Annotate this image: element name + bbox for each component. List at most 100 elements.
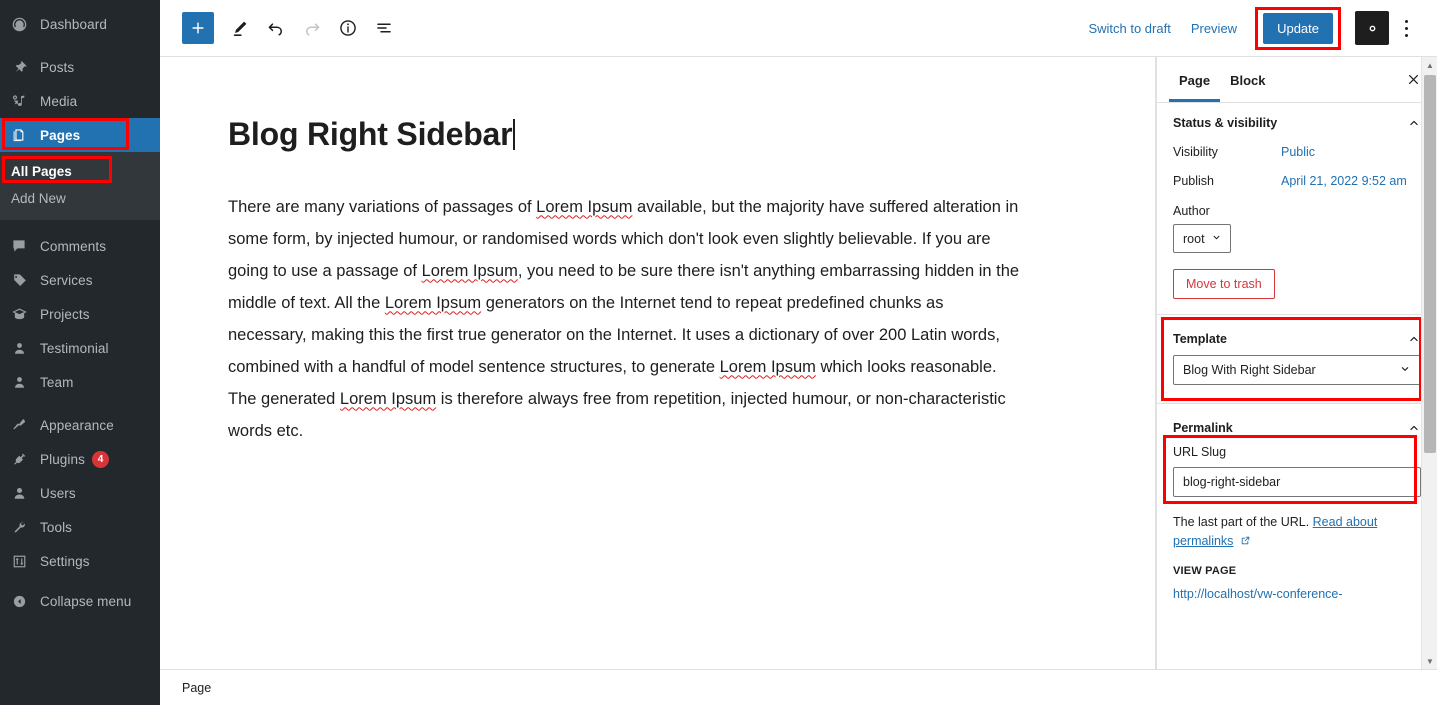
chevron-up-icon [1407,421,1421,435]
sidebar-item-label: Services [40,272,93,288]
sidebar-item-dashboard[interactable]: Dashboard [0,7,160,41]
page-title-text: Blog Right Sidebar [228,116,513,152]
sidebar-item-label: Projects [40,306,90,322]
spellcheck-word: Lorem Ipsum [536,198,633,217]
wrench-icon [9,517,29,537]
page-title[interactable]: Blog Right Sidebar [228,115,515,153]
spellcheck-word: Lorem Ipsum [719,358,816,377]
settings-panel-scrollbar[interactable]: ▲ ▼ [1421,57,1437,669]
info-icon[interactable] [330,10,366,46]
url-slug-label: URL Slug [1173,445,1227,459]
template-select[interactable]: Blog With Right Sidebar [1173,355,1421,385]
plug-icon [9,449,29,469]
chevron-down-icon [1211,232,1222,246]
kebab-menu-icon[interactable] [1391,11,1421,45]
sidebar-item-media[interactable]: Media [0,84,160,118]
sidebar-item-label: Media [40,93,78,109]
author-label: Author [1173,204,1210,218]
breadcrumb[interactable]: Page [182,681,211,695]
redo-icon[interactable] [294,10,330,46]
spellcheck-word: Lorem Ipsum [384,294,482,313]
sidebar-item-testimonial[interactable]: Testimonial [0,331,160,365]
chevron-up-icon [1407,332,1421,346]
chevron-down-icon [1399,363,1411,378]
undo-icon[interactable] [258,10,294,46]
template-value: Blog With Right Sidebar [1183,363,1316,377]
scrollbar-thumb[interactable] [1424,75,1436,453]
tab-page[interactable]: Page [1169,59,1221,102]
sidebar-submenu-pages: All Pages Add New [0,152,160,220]
switch-to-draft-button[interactable]: Switch to draft [1078,15,1180,42]
admin-sidebar: Dashboard Posts Media Pages All Pages Ad… [0,0,168,705]
sidebar-item-label: Posts [40,59,75,75]
editor-toolbar: Switch to draft Preview Update [160,0,1437,57]
publish-label: Publish [1173,174,1214,188]
sidebar-item-add-new[interactable]: Add New [0,185,160,212]
sidebar-item-plugins[interactable]: Plugins 4 [0,442,160,476]
sidebar-item-label: Team [40,374,74,390]
edit-pencil-icon[interactable] [222,10,258,46]
section-permalink: Permalink URL Slug The last part of the … [1157,404,1437,616]
paragraph-text: There are many variations of passages of [228,198,537,217]
author-value: root [1183,231,1205,246]
publish-date-button[interactable]: April 21, 2022 9:52 am [1281,174,1407,188]
section-status-visibility: Status & visibility Visibility Public Pu… [1157,103,1437,315]
spellcheck-word: Lorem Ipsum [339,390,437,409]
section-title: Permalink [1173,421,1233,435]
row-visibility: Visibility Public [1173,145,1421,159]
scroll-up-arrow-icon[interactable]: ▲ [1422,57,1437,73]
canvas-content: Blog Right Sidebar There are many variat… [160,57,1080,447]
section-header-permalink[interactable]: Permalink [1173,421,1421,435]
tab-block[interactable]: Block [1220,59,1275,101]
sidebar-item-posts[interactable]: Posts [0,50,160,84]
visibility-value-button[interactable]: Public [1281,145,1315,159]
pages-icon [9,125,29,145]
gear-icon[interactable] [1355,11,1389,45]
sidebar-item-label: Pages [40,127,81,143]
sidebar-item-label: Testimonial [40,340,109,356]
list-view-icon[interactable] [366,10,402,46]
paragraph-block[interactable]: There are many variations of passages of… [228,191,1020,447]
sidebar-item-users[interactable]: Users [0,476,160,510]
sidebar-item-label: Users [40,485,76,501]
sidebar-separator [0,41,160,50]
editor-status-bar: Page [160,669,1437,705]
preview-button[interactable]: Preview [1181,15,1247,42]
view-page-url-link[interactable]: http://localhost/vw-conference- [1173,587,1421,601]
section-title: Template [1173,332,1227,346]
sidebar-item-comments[interactable]: Comments [0,229,160,263]
sidebar-item-label: Dashboard [40,16,107,32]
editor-main: Switch to draft Preview Update Blog Righ… [160,0,1437,705]
collapse-icon [9,591,29,611]
brush-icon [9,415,29,435]
sidebar-item-pages[interactable]: Pages [0,118,168,152]
sidebar-item-collapse-menu[interactable]: Collapse menu [0,584,160,618]
scroll-down-arrow-icon[interactable]: ▼ [1422,653,1437,669]
sidebar-item-team[interactable]: Team [0,365,160,399]
text-caret [513,119,515,150]
section-template: Template Blog With Right Sidebar [1157,315,1437,404]
editor-canvas[interactable]: Blog Right Sidebar There are many variat… [160,57,1156,669]
sidebar-item-projects[interactable]: Projects [0,297,160,331]
permalink-hint-text: The last part of the URL. [1173,515,1313,529]
author-select[interactable]: root [1173,224,1231,253]
person-icon [9,372,29,392]
sidebar-item-services[interactable]: Services [0,263,160,297]
sidebar-item-settings[interactable]: Settings [0,544,160,578]
section-header-status-visibility[interactable]: Status & visibility [1173,116,1421,130]
sliders-icon [9,551,29,571]
move-to-trash-button[interactable]: Move to trash [1173,269,1275,299]
sidebar-item-label: Tools [40,519,73,535]
sidebar-item-appearance[interactable]: Appearance [0,408,160,442]
sidebar-item-all-pages[interactable]: All Pages [0,158,160,185]
section-header-template[interactable]: Template [1173,332,1421,346]
dashboard-icon [9,14,29,34]
url-slug-input[interactable] [1173,467,1421,497]
projects-icon [9,304,29,324]
person-icon [9,338,29,358]
sidebar-item-label: Plugins [40,451,85,467]
add-block-button[interactable] [182,12,214,44]
row-publish: Publish April 21, 2022 9:52 am [1173,174,1421,188]
update-button[interactable]: Update [1263,12,1333,44]
sidebar-item-tools[interactable]: Tools [0,510,160,544]
